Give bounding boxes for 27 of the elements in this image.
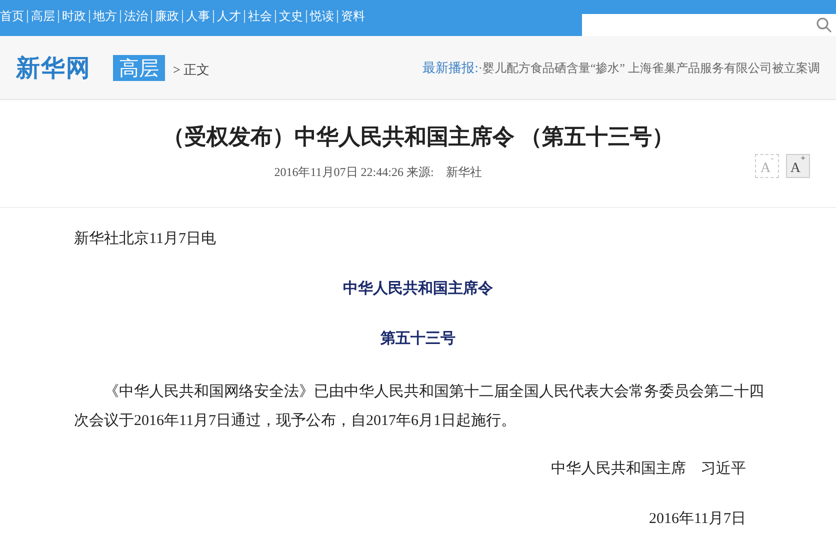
heading: 第五十三号 — [380, 329, 456, 349]
nav-link[interactable]: 社会 — [244, 10, 275, 22]
article-meta: 2016年11月07日 22:44:26 来源: 新华社 — [274, 164, 482, 181]
breadcrumb: > 正文 — [173, 60, 210, 79]
search-field[interactable] — [582, 14, 836, 36]
nav-link[interactable]: 文史 — [275, 10, 306, 22]
nav-link[interactable]: 首页 — [0, 10, 27, 22]
nav-link[interactable]: 地方 — [89, 10, 120, 22]
date: 2016年11月7日 — [649, 510, 747, 529]
nav-link[interactable]: 资料 — [337, 10, 368, 22]
heading: 中华人民共和国主席令 — [343, 278, 493, 299]
paragraph: 《中华人民共和国网络安全法》已由中华人民共和国第十二届全国人民代表大会常务委员会第二十四次会议于2016年11月7日通过，现予公布，自2017年6月1日起施行。 — [73, 382, 765, 431]
nav-link[interactable]: 廉政 — [151, 10, 182, 22]
logo[interactable]: 新华网 — [16, 50, 91, 86]
signature: 中华人民共和国主席 习近平 — [551, 459, 747, 479]
article-title: （受权发布）中华人民共和国主席令 （第五十三号） — [162, 123, 674, 151]
search-icon[interactable] — [816, 17, 832, 33]
ticker-headline[interactable]: ·婴儿配方食品硒含量“掺水” 上海雀巢产品服务有限公司被立案调 — [478, 58, 820, 76]
channel-badge[interactable]: 高层 — [113, 54, 165, 80]
nav-link[interactable]: 人事 — [182, 10, 213, 22]
nav-link[interactable]: 法治 — [120, 10, 151, 22]
nav-link[interactable]: 人才 — [213, 10, 244, 22]
ticker-label: 最新播报: — [422, 58, 478, 77]
nav-link[interactable]: 时政 — [58, 10, 89, 22]
dateline: 新华社北京11月7日电 — [73, 230, 217, 249]
nav-link[interactable]: 悦读 — [306, 10, 337, 22]
nav-link[interactable]: 高层 — [27, 10, 58, 22]
